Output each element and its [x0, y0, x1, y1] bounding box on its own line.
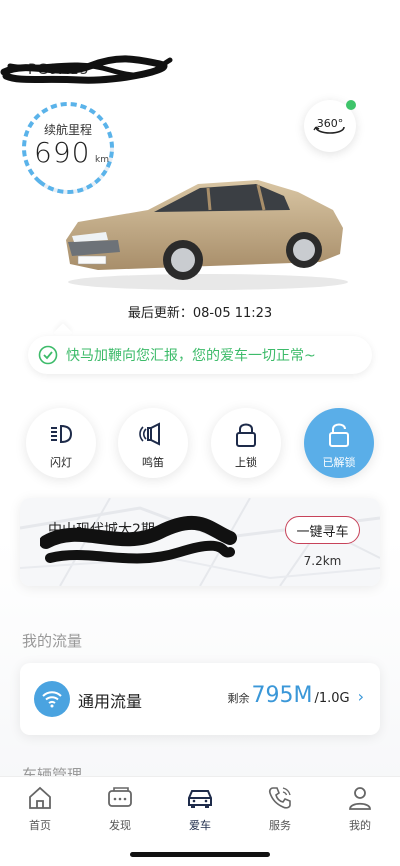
remain-total: /1.0G: [314, 691, 350, 706]
lock-label: 上锁: [235, 456, 257, 469]
view-360-icon: 360°: [313, 117, 345, 134]
vehicle-location-card[interactable]: 中山现代城大2期 一键寻车 7.2km: [20, 498, 380, 586]
gauge-unit: km: [95, 155, 109, 165]
service-icon: [268, 787, 291, 809]
wifi-icon: [42, 691, 62, 708]
lock-icon: [236, 423, 256, 447]
home-icon: [29, 786, 51, 809]
lock-button[interactable]: 上锁: [211, 408, 281, 478]
status-text: 快马加鞭向您汇报，您的爱车一切正常~: [66, 348, 316, 364]
redaction-scribble: [0, 55, 173, 84]
unlock-label: 已解锁: [322, 456, 356, 469]
tab-profile[interactable]: 我的: [330, 785, 390, 833]
profile-icon: [349, 787, 371, 810]
flash-lights-label: 闪灯: [50, 456, 72, 469]
check-circle-icon: [38, 345, 58, 365]
vehicle-distance: 7.2km: [303, 554, 342, 568]
chevron-right-icon: ›: [357, 687, 364, 706]
data-plan-card[interactable]: 通用流量 剩余 795M /1.0G ›: [20, 663, 380, 735]
data-remaining: 剩余 795M /1.0G ›: [227, 683, 364, 708]
section-title-data: 我的流量: [22, 632, 83, 650]
gauge-value: 690: [34, 136, 91, 169]
tab-car[interactable]: 爱车: [170, 785, 230, 833]
status-banner: 快马加鞭向您汇报，您的爱车一切正常~: [28, 336, 372, 374]
data-plan-name: 通用流量: [78, 692, 143, 711]
tab-profile-label: 我的: [349, 819, 371, 832]
flash-lights-button[interactable]: 闪灯: [26, 408, 96, 478]
tab-discover[interactable]: 发现: [90, 785, 150, 833]
horn-label: 鸣笛: [142, 456, 164, 469]
car-home-page: PG9A15 续航里程 690 km 360° 最后更新：08-05 11:23…: [0, 0, 400, 866]
discover-icon: [108, 787, 132, 807]
horn-button[interactable]: 鸣笛: [118, 408, 188, 478]
tab-car-label: 爱车: [189, 819, 211, 832]
car-icon: [188, 790, 212, 808]
online-dot: [346, 100, 356, 110]
tab-discover-label: 发现: [109, 819, 131, 832]
tab-service[interactable]: 服务: [250, 785, 310, 833]
vehicle-plate[interactable]: PG9A15: [0, 52, 180, 88]
car-image[interactable]: [58, 170, 348, 295]
tab-home-label: 首页: [29, 819, 51, 832]
horn-icon: [139, 422, 160, 446]
home-indicator: [130, 852, 270, 857]
wifi-badge: [34, 681, 70, 717]
remain-label: 剩余: [227, 692, 250, 705]
tab-home[interactable]: 首页: [10, 785, 70, 833]
remain-value: 795M: [251, 683, 313, 708]
unlock-button[interactable]: 已解锁: [304, 408, 374, 478]
tab-service-label: 服务: [269, 819, 291, 832]
headlight-icon: [51, 424, 73, 444]
unlock-icon: [329, 423, 349, 447]
address-redaction: [40, 515, 237, 564]
view-360-label: 360°: [317, 117, 344, 130]
last-update-text: 最后更新：08-05 11:23: [127, 306, 273, 321]
find-car-button[interactable]: 一键寻车: [285, 516, 360, 544]
